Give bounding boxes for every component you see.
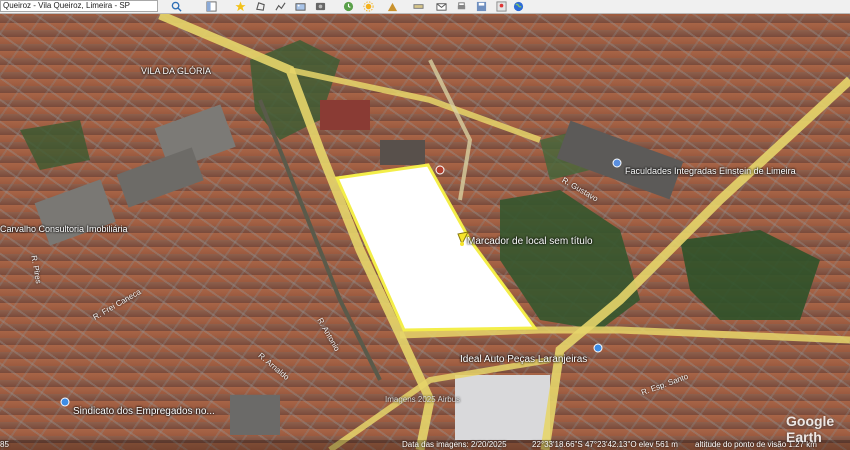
business-label-ideal-auto[interactable]: Ideal Auto Peças Laranjeiras — [460, 354, 587, 365]
polygon-icon[interactable] — [252, 0, 268, 12]
placemark-label[interactable]: Marcador de local sem título — [467, 236, 593, 247]
star-icon[interactable] — [232, 0, 248, 12]
print-icon[interactable] — [453, 0, 469, 12]
search-icon[interactable] — [168, 0, 184, 12]
district-label: VILA DA GLÓRIA — [141, 66, 212, 76]
satellite-map-view[interactable]: VILA DA GLÓRIA Marcador de local sem tít… — [0, 0, 850, 450]
maps-icon[interactable] — [493, 0, 509, 12]
imagery-credit: Imagens 2025 Airbus — [385, 395, 461, 404]
business-label-faculdades[interactable]: Faculdades Integradas Einstein de Limeir… — [625, 166, 796, 176]
path-icon[interactable] — [272, 0, 288, 12]
status-bar: 85 Data das imagens: 2/20/2025 22°33'18.… — [0, 440, 850, 450]
status-left: 85 — [0, 440, 9, 449]
email-icon[interactable] — [433, 0, 449, 12]
imagery-date: Data das imagens: 2/20/2025 — [402, 440, 507, 449]
overlay-icon[interactable] — [292, 0, 308, 12]
save-image-icon[interactable] — [473, 0, 489, 12]
coordinates-readout: 22°33'18.66"S 47°23'42.13"O elev 561 m — [532, 440, 678, 449]
sidebar-icon[interactable] — [203, 0, 219, 12]
earth-icon[interactable] — [510, 0, 526, 12]
history-icon[interactable] — [340, 0, 356, 12]
toolbar: Queiroz - Vila Queiroz, Limeira - SP — [0, 0, 850, 14]
google-earth-watermark: Google Earth — [786, 413, 835, 445]
sun-icon[interactable] — [360, 0, 376, 12]
planet-icon[interactable] — [384, 0, 400, 12]
business-label-sindicato[interactable]: Sindicato dos Empregados no... — [73, 406, 215, 417]
business-label-carvalho[interactable]: Carvalho Consultoria Imobiliária — [0, 224, 128, 234]
ruler-icon[interactable] — [410, 0, 426, 12]
tour-icon[interactable] — [312, 0, 328, 12]
search-input[interactable]: Queiroz - Vila Queiroz, Limeira - SP — [0, 0, 158, 12]
